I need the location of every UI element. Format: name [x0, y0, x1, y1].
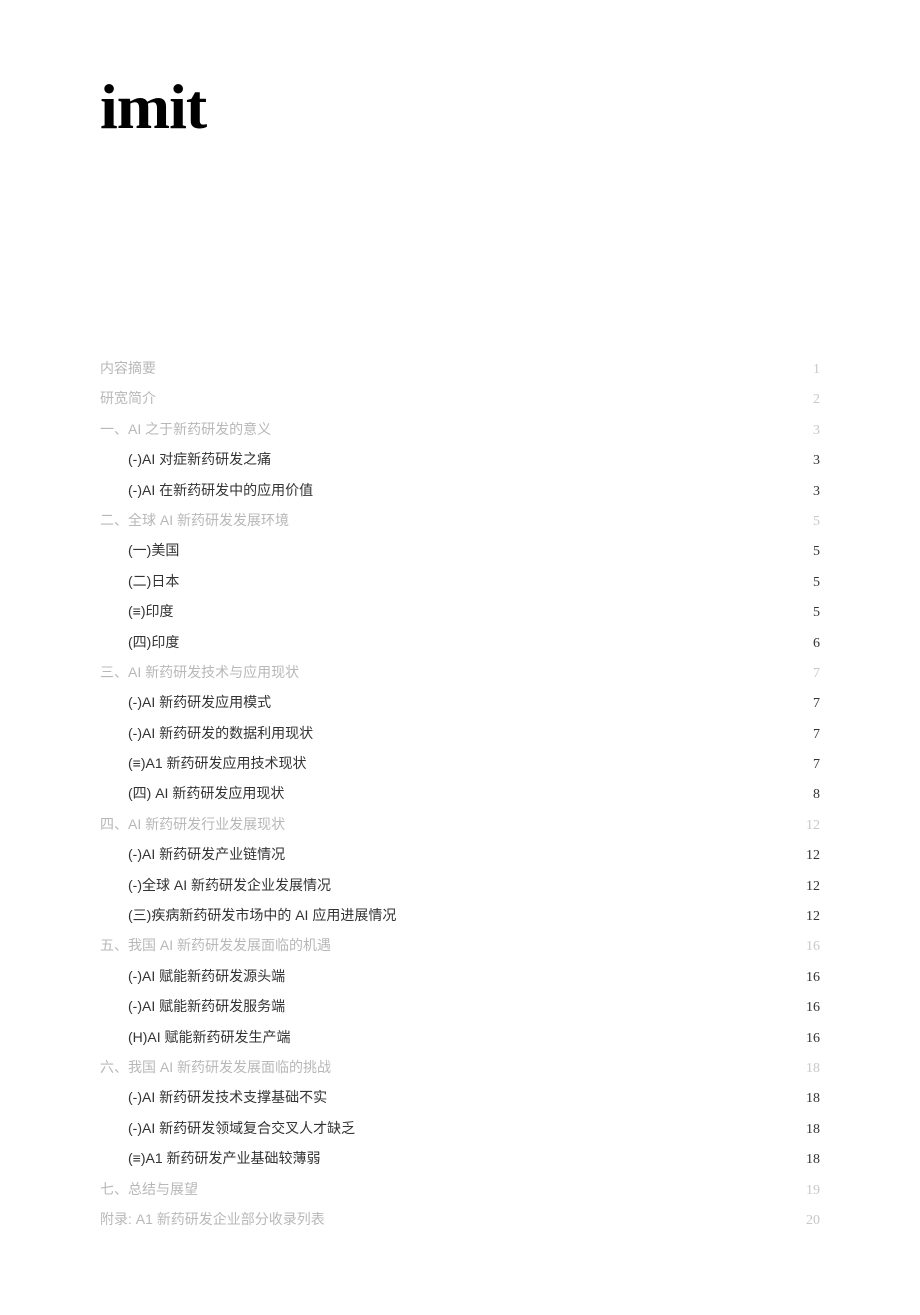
toc-page-number: 16	[800, 1024, 820, 1053]
toc-label: (三)疾病新药研发市场中的 AI 应用进展情况	[128, 901, 396, 930]
toc-page-number: 18	[800, 1115, 820, 1144]
toc-label: (-)AI 新药研发技术支撑基础不实	[128, 1083, 327, 1112]
toc-entry: 附录: A1 新药研发企业部分收录列表 20	[100, 1205, 820, 1235]
toc-entry: (-)AI 新药研发领域复合交叉人才缺乏 18	[100, 1114, 820, 1144]
toc-entry: (-)AI 赋能新药研发源头端 16	[100, 962, 820, 992]
toc-label: (-)AI 新药研发领域复合交叉人才缺乏	[128, 1114, 355, 1143]
toc-entry: 五、我国 AI 新药研发发展面临的机遇 16	[100, 931, 820, 961]
toc-label: (≡)A1 新药研发产业基础较薄弱	[128, 1144, 321, 1173]
toc-label: 二、全球 AI 新药研发发展环境	[100, 506, 289, 535]
toc-page-number: 12	[800, 902, 820, 931]
toc-entry: (-)AI 在新药研发中的应用价值 3	[100, 476, 820, 506]
toc-page-number: 16	[800, 993, 820, 1022]
toc-entry: 四、AI 新药研发行业发展现状 12	[100, 810, 820, 840]
toc-entry: (三)疾病新药研发市场中的 AI 应用进展情况 12	[100, 901, 820, 931]
toc-entry: (-)AI 新药研发应用模式 7	[100, 688, 820, 718]
toc-page-number: 7	[800, 659, 820, 688]
toc-entry: (-)AI 新药研发产业链情况 12	[100, 840, 820, 870]
toc-page-number: 7	[800, 720, 820, 749]
toc-label: (≡)A1 新药研发应用技术现状	[128, 749, 307, 778]
toc-label: 一、AI 之于新药研发的意义	[100, 415, 271, 444]
toc-label: 内容摘要	[100, 354, 156, 383]
toc-label: (-)AI 赋能新药研发服务端	[128, 992, 285, 1021]
table-of-contents: 内容摘要 1 研宽简介 2 一、AI 之于新药研发的意义 3 (-)AI 对症新药研发之痛 3…	[100, 354, 820, 1235]
toc-label: (H)AI 赋能新药研发生产端	[128, 1023, 291, 1052]
toc-entry: (-)AI 赋能新药研发服务端 16	[100, 992, 820, 1022]
toc-page-number: 12	[800, 811, 820, 840]
toc-entry: 七、总结与展望 19	[100, 1175, 820, 1205]
toc-label: 附录: A1 新药研发企业部分收录列表	[100, 1205, 325, 1234]
toc-page-number: 6	[800, 629, 820, 658]
toc-entry: 六、我国 AI 新药研发发展面临的挑战 18	[100, 1053, 820, 1083]
toc-label: (-)AI 在新药研发中的应用价值	[128, 476, 313, 505]
toc-entry: (≡)印度 5	[100, 597, 820, 627]
toc-page-number: 8	[800, 780, 820, 809]
toc-page-number: 2	[800, 385, 820, 414]
toc-label: 六、我国 AI 新药研发发展面临的挑战	[100, 1053, 331, 1082]
toc-label: (-)全球 AI 新药研发企业发展情况	[128, 871, 331, 900]
toc-label: (四) AI 新药研发应用现状	[128, 779, 284, 808]
toc-page-number: 18	[800, 1054, 820, 1083]
toc-entry: (≡)A1 新药研发产业基础较薄弱 18	[100, 1144, 820, 1174]
toc-page-number: 5	[800, 568, 820, 597]
toc-page-number: 5	[800, 537, 820, 566]
toc-label: (二)日本	[128, 567, 179, 596]
toc-label: 四、AI 新药研发行业发展现状	[100, 810, 285, 839]
toc-label: (-)AI 对症新药研发之痛	[128, 445, 271, 474]
toc-entry: 内容摘要 1	[100, 354, 820, 384]
toc-entry: (二)日本 5	[100, 567, 820, 597]
toc-entry: (-)全球 AI 新药研发企业发展情况 12	[100, 871, 820, 901]
toc-page-number: 18	[800, 1145, 820, 1174]
toc-label: 五、我国 AI 新药研发发展面临的机遇	[100, 931, 331, 960]
toc-page-number: 5	[800, 598, 820, 627]
toc-entry: 三、AI 新药研发技术与应用现状 7	[100, 658, 820, 688]
toc-entry: (四) AI 新药研发应用现状 8	[100, 779, 820, 809]
toc-page-number: 3	[800, 477, 820, 506]
toc-page-number: 5	[800, 507, 820, 536]
toc-label: 研宽简介	[100, 384, 156, 413]
toc-label: (-)AI 新药研发应用模式	[128, 688, 271, 717]
toc-page-number: 19	[800, 1176, 820, 1205]
toc-page-number: 12	[800, 841, 820, 870]
toc-page-number: 18	[800, 1084, 820, 1113]
toc-page-number: 16	[800, 932, 820, 961]
toc-page-number: 16	[800, 963, 820, 992]
brand-logo: imit	[100, 70, 820, 144]
toc-label: 三、AI 新药研发技术与应用现状	[100, 658, 299, 687]
toc-label: (一)美国	[128, 536, 179, 565]
toc-label: (-)AI 新药研发产业链情况	[128, 840, 285, 869]
toc-entry: (-)AI 新药研发技术支撑基础不实 18	[100, 1083, 820, 1113]
toc-page-number: 3	[800, 446, 820, 475]
toc-entry: (-)AI 对症新药研发之痛 3	[100, 445, 820, 475]
toc-page-number: 20	[800, 1206, 820, 1235]
toc-page-number: 1	[800, 355, 820, 384]
toc-page-number: 7	[800, 750, 820, 779]
toc-label: (≡)印度	[128, 597, 174, 626]
toc-entry: 研宽简介 2	[100, 384, 820, 414]
toc-entry: (H)AI 赋能新药研发生产端 16	[100, 1023, 820, 1053]
toc-page-number: 12	[800, 872, 820, 901]
toc-entry: 一、AI 之于新药研发的意义 3	[100, 415, 820, 445]
toc-entry: (一)美国 5	[100, 536, 820, 566]
toc-label: (四)印度	[128, 628, 179, 657]
toc-label: (-)AI 新药研发的数据利用现状	[128, 719, 313, 748]
toc-page-number: 7	[800, 689, 820, 718]
toc-label: 七、总结与展望	[100, 1175, 198, 1204]
toc-entry: (-)AI 新药研发的数据利用现状 7	[100, 719, 820, 749]
toc-entry: (四)印度 6	[100, 628, 820, 658]
toc-label: (-)AI 赋能新药研发源头端	[128, 962, 285, 991]
toc-entry: 二、全球 AI 新药研发发展环境 5	[100, 506, 820, 536]
toc-entry: (≡)A1 新药研发应用技术现状 7	[100, 749, 820, 779]
toc-page-number: 3	[800, 416, 820, 445]
